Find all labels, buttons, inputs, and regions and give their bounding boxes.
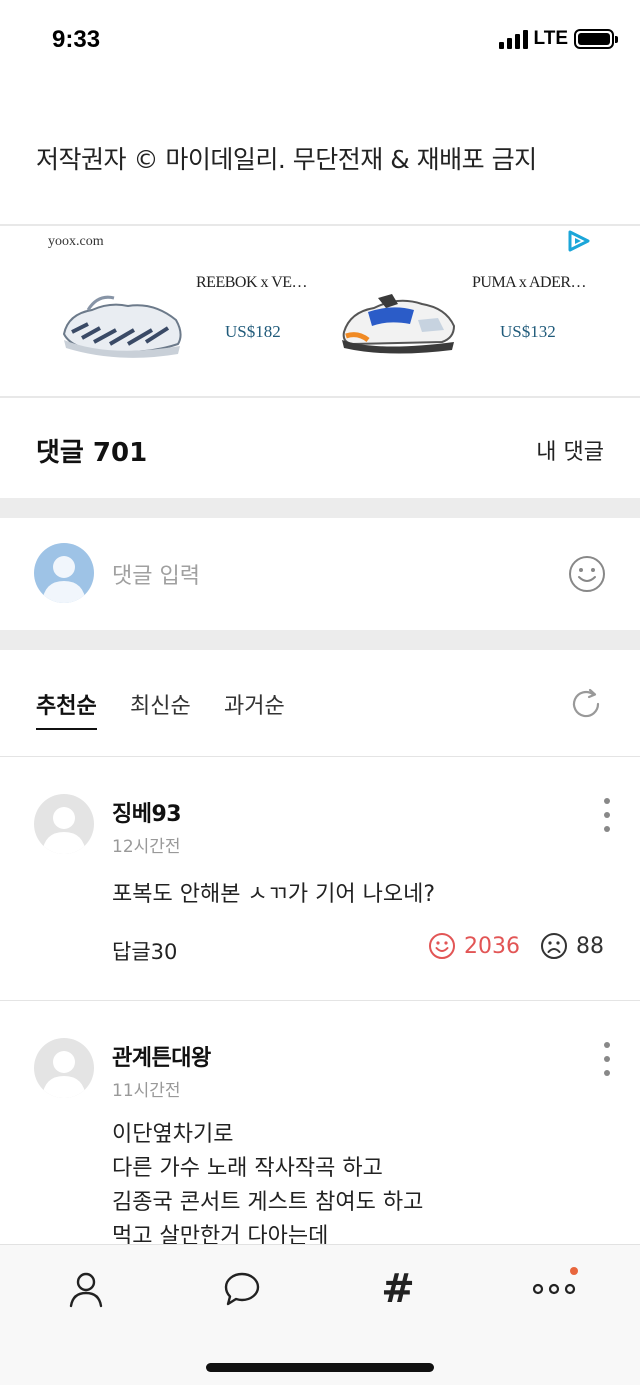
hash-icon: # (381, 1266, 415, 1312)
home-indicator[interactable] (206, 1363, 434, 1372)
status-bar: 9:33 LTE (0, 0, 640, 80)
ad-choices-icon[interactable] (566, 230, 592, 252)
tab-oldest[interactable]: 과거순 (224, 688, 285, 720)
sort-tabs: 추천순 최신순 과거순 (0, 650, 640, 756)
nav-hashtag[interactable]: # (368, 1266, 428, 1312)
ad-item-name[interactable]: REEBOK x VE… (196, 274, 308, 292)
reply-count-button[interactable]: 답글30 (112, 936, 177, 966)
nav-more[interactable] (524, 1267, 584, 1311)
comment-time: 11시간전 (112, 1081, 181, 1101)
nav-profile[interactable] (56, 1267, 116, 1311)
person-icon (69, 1272, 103, 1308)
default-avatar-icon (42, 807, 86, 854)
ad-item-name[interactable]: PUMA x ADER… (472, 274, 587, 292)
divider (0, 1000, 640, 1001)
comment-text: 이단옆차기로 다른 가수 노래 작사작곡 하고 김종국 콘서트 게스트 참여도 … (112, 1122, 424, 1244)
bottom-navigation: # (0, 1244, 640, 1385)
ad-item-price[interactable]: US$132 (500, 322, 556, 342)
nav-chat[interactable] (212, 1267, 272, 1311)
frown-icon (541, 933, 567, 959)
smile-icon (429, 933, 455, 959)
section-gap (0, 498, 640, 518)
like-button[interactable]: 2036 (428, 932, 520, 960)
comment-input-row[interactable]: 댓글 입력 (0, 518, 640, 630)
divider (0, 756, 640, 757)
network-label: LTE (533, 28, 568, 49)
default-avatar-icon (42, 556, 86, 603)
dislike-count: 88 (576, 933, 604, 959)
more-options-icon[interactable] (602, 1042, 612, 1076)
commenter-name[interactable]: 관계튼대왕 (112, 1040, 211, 1072)
ad-domain[interactable]: yoox.com (48, 234, 104, 250)
status-time: 9:33 (52, 26, 101, 53)
copyright-notice: 저작권자 © 마이데일리. 무단전재 & 재배포 금지 (36, 145, 537, 174)
ad-banner[interactable]: yoox.com REEBOK x VE… US$182 PUMA x ADER… (0, 226, 640, 398)
comment-text: 포복도 안해본 ㅅㄲ가 기어 나오네? (112, 882, 436, 907)
more-dots-icon (532, 1283, 576, 1295)
tab-recommended[interactable]: 추천순 (36, 688, 97, 730)
comment-item: 징베93 12시간전 포복도 안해본 ㅅㄲ가 기어 나오네? 답글30 2036… (0, 758, 640, 1000)
comment-time: 12시간전 (112, 837, 181, 857)
battery-icon (574, 29, 618, 49)
my-comments-link[interactable]: 내 댓글 (536, 434, 604, 466)
section-gap (0, 630, 640, 650)
notification-dot (570, 1267, 578, 1275)
comments-count-title: 댓글 701 (36, 438, 148, 468)
tab-latest[interactable]: 최신순 (130, 688, 191, 720)
comment-input[interactable]: 댓글 입력 (112, 558, 200, 590)
status-indicators: LTE (498, 28, 618, 50)
default-avatar-icon (42, 1051, 86, 1098)
refresh-icon[interactable] (568, 686, 604, 722)
ad-item-price[interactable]: US$182 (225, 322, 281, 342)
commenter-avatar[interactable] (34, 1038, 94, 1098)
my-avatar (34, 543, 94, 603)
shoe-image-reebok[interactable] (58, 284, 188, 364)
more-options-icon[interactable] (602, 798, 612, 832)
commenter-name[interactable]: 징베93 (112, 796, 182, 828)
comment-item: 관계튼대왕 11시간전 이단옆차기로 다른 가수 노래 작사작곡 하고 김종국 … (0, 1002, 640, 1244)
like-count: 2036 (464, 933, 520, 959)
shoe-image-puma[interactable] (338, 290, 458, 356)
comments-header: 댓글 701 내 댓글 (0, 398, 640, 498)
emoji-icon[interactable] (568, 555, 606, 593)
chat-bubble-icon (224, 1272, 260, 1306)
commenter-avatar[interactable] (34, 794, 94, 854)
dislike-button[interactable]: 88 (540, 932, 604, 960)
signal-icon (498, 29, 528, 49)
